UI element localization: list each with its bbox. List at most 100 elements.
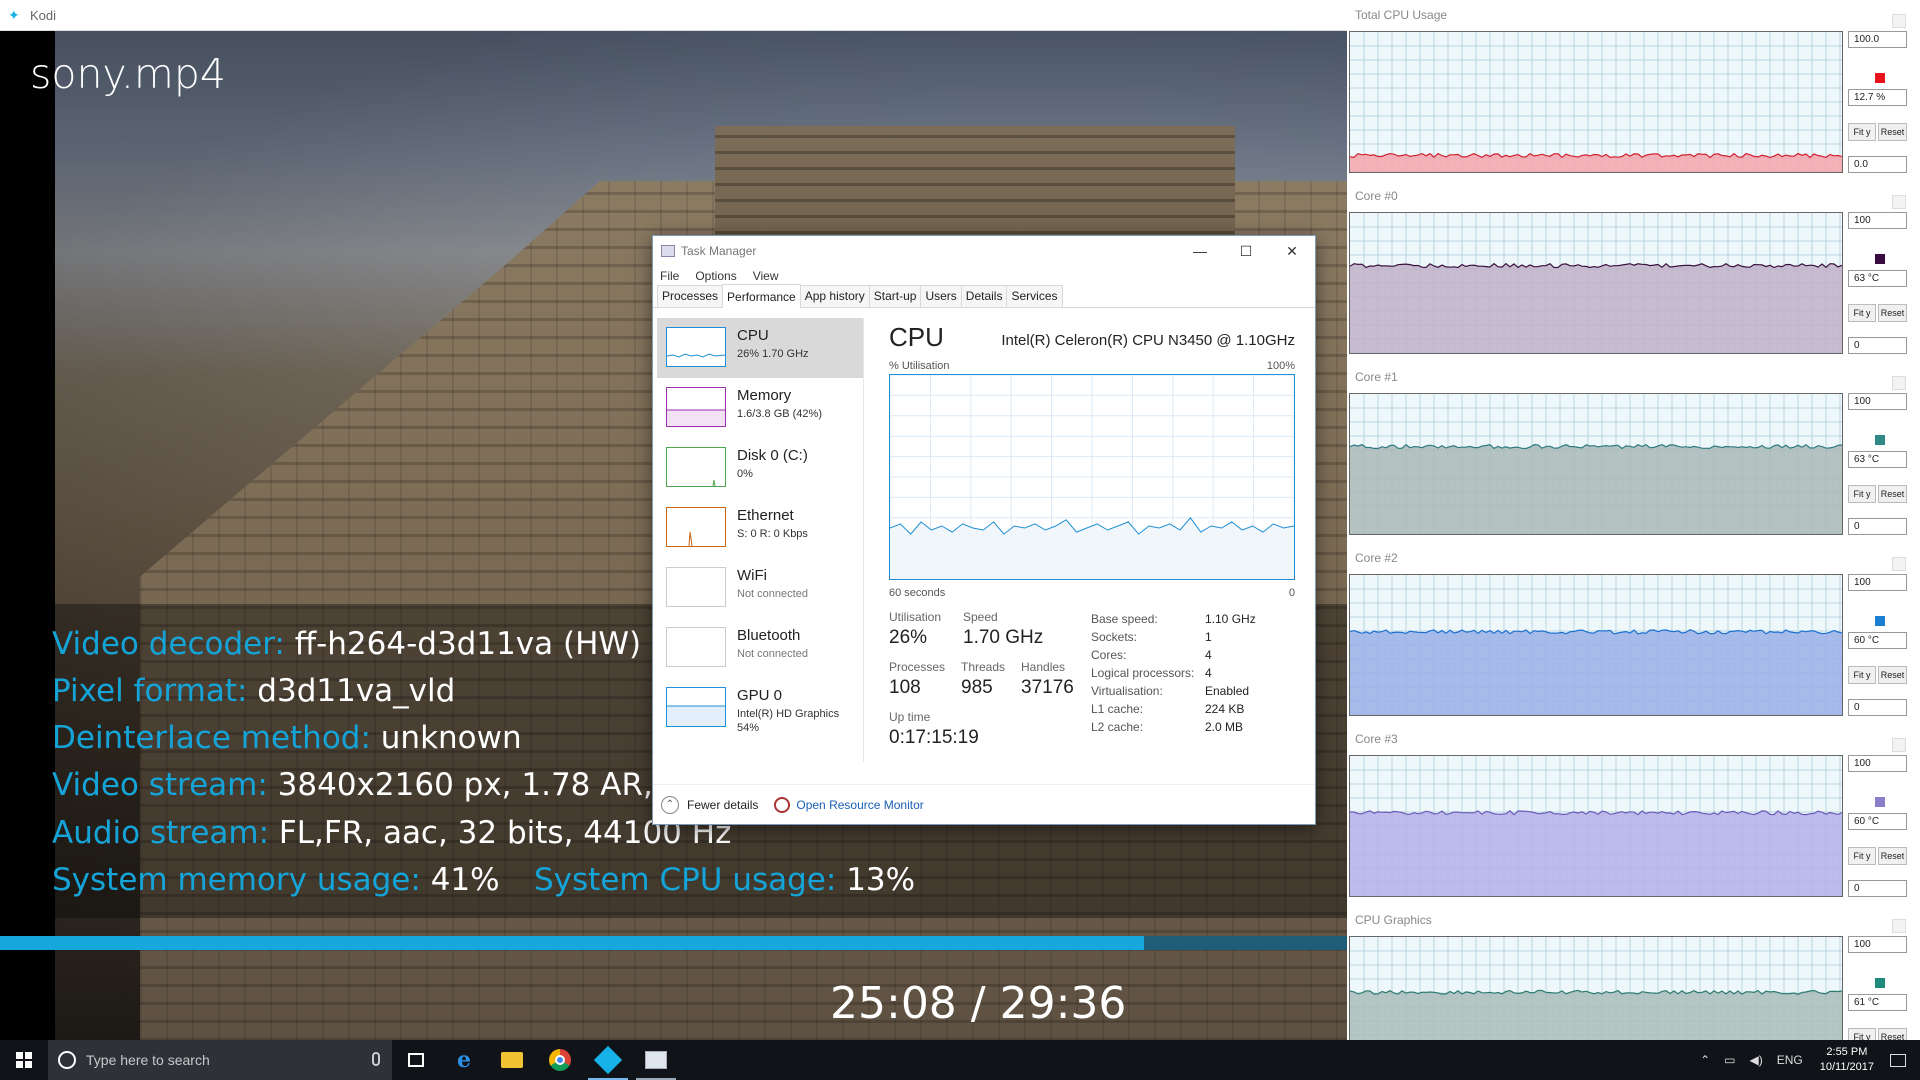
fit-y-button[interactable]: Fit y (1848, 304, 1876, 322)
close-icon[interactable] (1892, 14, 1906, 28)
monitor-graph (1349, 755, 1843, 897)
sidebar-item-gpu[interactable]: GPU 0 Intel(R) HD Graphics 54% (657, 678, 863, 738)
fit-y-button[interactable]: Fit y (1848, 666, 1876, 684)
reset-button[interactable]: Reset (1878, 485, 1907, 503)
tab-app-history[interactable]: App history (799, 285, 870, 307)
reset-button[interactable]: Reset (1878, 666, 1907, 684)
sidebar-item-memory[interactable]: Memory 1.6/3.8 GB (42%) (657, 378, 863, 438)
tab-start-up[interactable]: Start-up (868, 285, 922, 307)
kodi-titlebar[interactable]: ✦ Kodi (0, 0, 1347, 31)
volume-icon[interactable]: ◀) (1750, 1053, 1763, 1067)
tab-services[interactable]: Services (1006, 285, 1063, 307)
clock[interactable]: 2:55 PM 10/11/2017 (1820, 1045, 1874, 1075)
series-color-swatch[interactable] (1875, 616, 1885, 626)
monitor-min-field[interactable]: 0 (1848, 880, 1907, 897)
folder-icon (501, 1052, 523, 1068)
monitor-1: Core #0 100 63 °C Fit y Reset 0 (1347, 181, 1920, 362)
monitor-min-field[interactable]: 0.0 (1848, 156, 1907, 173)
fit-y-button[interactable]: Fit y (1848, 847, 1876, 865)
tm-menubar: File Options View (653, 266, 1315, 286)
maximize-button[interactable]: ☐ (1223, 236, 1269, 266)
open-resource-monitor-link[interactable]: Open Resource Monitor (796, 798, 923, 812)
close-icon[interactable] (1892, 557, 1906, 571)
notification-icon[interactable] (1890, 1053, 1906, 1067)
cpu-utilisation-graph (889, 374, 1295, 580)
edge-icon: e (457, 1047, 471, 1073)
monitor-max-field[interactable]: 100 (1848, 936, 1907, 953)
task-manager-taskbar-button[interactable] (632, 1040, 680, 1080)
kodi-taskbar-button[interactable] (584, 1040, 632, 1080)
info-memory-usage: System memory usage: 41% (52, 862, 500, 898)
monitor-2: Core #1 100 63 °C Fit y Reset 0 (1347, 362, 1920, 543)
language-indicator[interactable]: ENG (1777, 1053, 1803, 1067)
chrome-taskbar-button[interactable] (536, 1040, 584, 1080)
sidebar-item-disk[interactable]: Disk 0 (C:) 0% (657, 438, 863, 498)
cortana-icon (58, 1051, 76, 1069)
monitor-min-field[interactable]: 0 (1848, 518, 1907, 535)
monitor-graph (1349, 574, 1843, 716)
graph-time-span: 60 seconds (889, 587, 946, 599)
reset-button[interactable]: Reset (1878, 847, 1907, 865)
close-icon[interactable] (1892, 919, 1906, 933)
monitor-title: Core #2 (1355, 551, 1398, 565)
monitor-max-field[interactable]: 100 (1848, 755, 1907, 772)
performance-sidebar: CPU 26% 1.70 GHz Memory 1.6/3.8 GB (42%)… (657, 318, 863, 738)
network-icon[interactable]: ▭ (1724, 1053, 1735, 1067)
monitor-min-field[interactable]: 0 (1848, 337, 1907, 354)
menu-view[interactable]: View (753, 269, 779, 283)
monitor-max-field[interactable]: 100 (1848, 212, 1907, 229)
reset-button[interactable]: Reset (1878, 123, 1907, 141)
menu-file[interactable]: File (660, 269, 679, 283)
tab-users[interactable]: Users (920, 285, 962, 307)
fit-y-button[interactable]: Fit y (1848, 485, 1876, 503)
fewer-details-link[interactable]: Fewer details (687, 798, 758, 812)
seek-bar[interactable] (0, 936, 1347, 950)
series-color-swatch[interactable] (1875, 978, 1885, 988)
sidebar-item-cpu[interactable]: CPU 26% 1.70 GHz (657, 318, 863, 378)
sidebar-item-bluetooth[interactable]: Bluetooth Not connected (657, 618, 863, 678)
chevron-up-icon[interactable]: ⌃ (661, 795, 679, 814)
tm-footer: ⌃ Fewer details Open Resource Monitor (653, 784, 1315, 824)
monitor-max-field[interactable]: 100 (1848, 393, 1907, 410)
media-title: sony.mp4 (30, 50, 226, 98)
fit-y-button[interactable]: Fit y (1848, 123, 1876, 141)
close-icon[interactable] (1892, 376, 1906, 390)
monitor-max-field[interactable]: 100 (1848, 574, 1907, 591)
task-view-icon (408, 1053, 424, 1067)
sidebar-item-ethernet[interactable]: Ethernet S: 0 R: 0 Kbps (657, 498, 863, 558)
task-view-button[interactable] (392, 1040, 440, 1080)
stat-utilisation: Utilisation 26% (889, 610, 942, 648)
series-color-swatch[interactable] (1875, 73, 1885, 83)
reset-button[interactable]: Reset (1878, 304, 1907, 322)
series-color-swatch[interactable] (1875, 254, 1885, 264)
monitor-max-field[interactable]: 100.0 (1848, 31, 1907, 48)
wifi-thumb-graph (666, 567, 726, 607)
tm-titlebar[interactable]: Task Manager — ☐ ✕ (653, 236, 1315, 266)
info-video-stream: Video stream: 3840x2160 px, 1.78 AR, 29 (52, 767, 703, 803)
tab-processes[interactable]: Processes (657, 285, 724, 307)
monitor-min-field[interactable]: 0 (1848, 699, 1907, 716)
tab-details[interactable]: Details (960, 285, 1008, 307)
close-icon[interactable] (1892, 738, 1906, 752)
menu-options[interactable]: Options (695, 269, 736, 283)
info-cpu-usage: System CPU usage: 13% (534, 862, 916, 898)
chevron-up-tray-icon[interactable]: ⌃ (1700, 1053, 1710, 1067)
sidebar-item-wifi[interactable]: WiFi Not connected (657, 558, 863, 618)
series-color-swatch[interactable] (1875, 435, 1885, 445)
tab-performance[interactable]: Performance (722, 284, 801, 308)
taskbar-search-box[interactable]: Type here to search (48, 1040, 392, 1080)
explorer-taskbar-button[interactable] (488, 1040, 536, 1080)
start-button[interactable] (0, 1040, 48, 1080)
system-tray: ⌃ ▭ ◀) ENG 2:55 PM 10/11/2017 (1693, 1040, 1920, 1080)
cpu-heading: CPU (889, 322, 944, 352)
monitor-current-value: 60 °C (1848, 632, 1907, 649)
close-button[interactable]: ✕ (1269, 236, 1315, 266)
close-icon[interactable] (1892, 195, 1906, 209)
series-color-swatch[interactable] (1875, 797, 1885, 807)
microphone-icon[interactable] (372, 1052, 380, 1066)
stat-handles: Handles 37176 (1021, 660, 1074, 698)
edge-taskbar-button[interactable]: e (440, 1040, 488, 1080)
minimize-button[interactable]: — (1177, 236, 1223, 266)
monitor-controls: 100.0 12.7 % Fit y Reset 0.0 (1848, 31, 1908, 173)
monitor-4: Core #3 100 60 °C Fit y Reset 0 (1347, 724, 1920, 905)
